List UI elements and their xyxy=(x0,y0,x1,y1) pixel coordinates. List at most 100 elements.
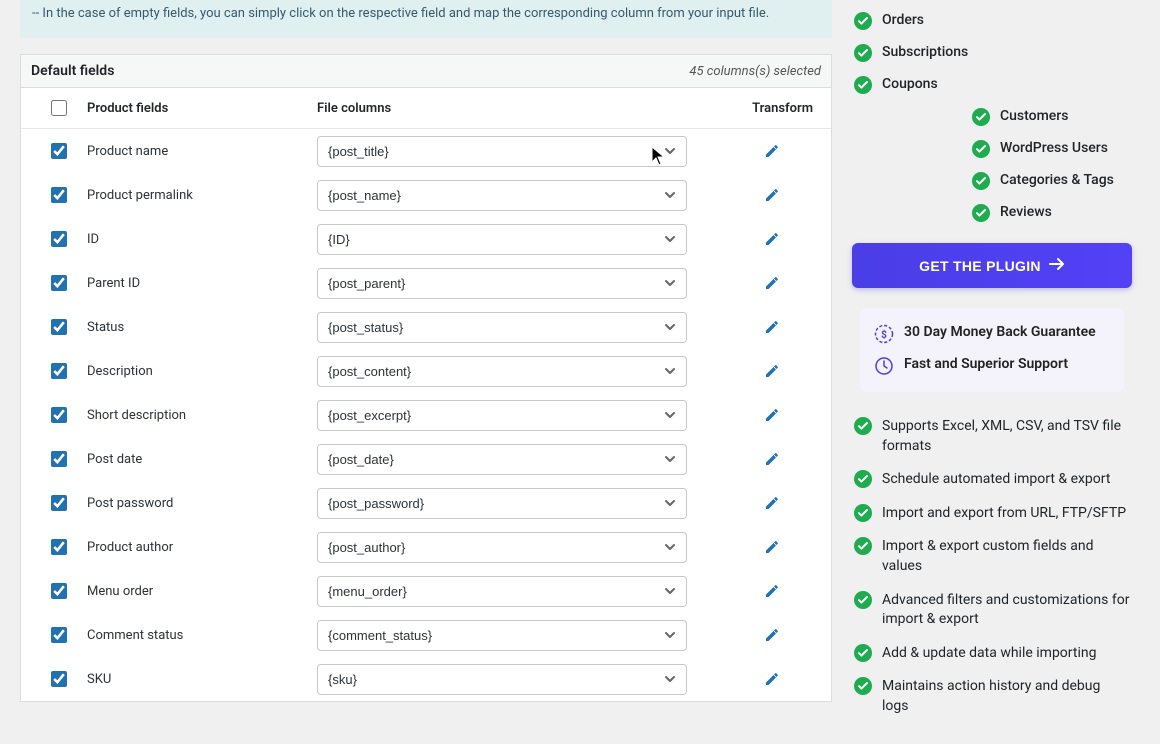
get-plugin-button[interactable]: GET THE PLUGIN xyxy=(852,243,1132,288)
field-row: Short description{post_excerpt} xyxy=(21,393,831,437)
file-column-select[interactable]: {post_date} xyxy=(317,444,687,475)
row-checkbox[interactable] xyxy=(51,671,67,687)
pencil-icon xyxy=(764,627,780,643)
transform-edit-button[interactable] xyxy=(760,139,784,163)
feature-item: Supports Excel, XML, CSV, and TSV file f… xyxy=(852,410,1132,463)
table-header-row: Product fields File columns Transform xyxy=(21,88,831,129)
guarantee-line1: 30 Day Money Back Guarantee xyxy=(904,324,1096,340)
pencil-icon xyxy=(764,275,780,291)
file-column-select[interactable]: {post_title} xyxy=(317,136,687,167)
selected-count: 45 columns(s) selected xyxy=(689,64,821,79)
row-checkbox[interactable] xyxy=(51,275,67,291)
field-row: Status{post_status} xyxy=(21,305,831,349)
field-row: Menu order{menu_order} xyxy=(21,569,831,613)
sidebar-item: Reviews xyxy=(852,197,1132,229)
check-icon xyxy=(854,591,872,609)
field-label: Menu order xyxy=(87,584,317,599)
pencil-icon xyxy=(764,187,780,203)
row-checkbox[interactable] xyxy=(51,143,67,159)
transform-edit-button[interactable] xyxy=(760,491,784,515)
guarantee-box: $ 30 Day Money Back Guarantee Fast and S… xyxy=(860,308,1124,392)
file-column-select[interactable]: {comment_status} xyxy=(317,620,687,651)
pencil-icon xyxy=(764,583,780,599)
header-product-fields: Product fields xyxy=(87,101,317,116)
cta-label: GET THE PLUGIN xyxy=(919,258,1041,274)
transform-edit-button[interactable] xyxy=(760,227,784,251)
file-column-select[interactable]: {ID} xyxy=(317,224,687,255)
field-label: ID xyxy=(87,232,317,247)
header-transform: Transform xyxy=(731,101,821,116)
pencil-icon xyxy=(764,363,780,379)
sidebar-item: Customers xyxy=(852,101,1132,133)
row-checkbox[interactable] xyxy=(51,583,67,599)
file-column-select[interactable]: {sku} xyxy=(317,664,687,695)
feature-item: Add & update data while importing xyxy=(852,637,1132,671)
arrow-right-icon xyxy=(1049,257,1065,274)
file-column-select[interactable]: {post_author} xyxy=(317,532,687,563)
file-column-select[interactable]: {post_name} xyxy=(317,180,687,211)
row-checkbox[interactable] xyxy=(51,495,67,511)
row-checkbox[interactable] xyxy=(51,627,67,643)
transform-edit-button[interactable] xyxy=(760,183,784,207)
field-label: Short description xyxy=(87,408,317,423)
sidebar-item: Categories & Tags xyxy=(852,165,1132,197)
transform-edit-button[interactable] xyxy=(760,359,784,383)
field-label: Status xyxy=(87,320,317,335)
row-checkbox[interactable] xyxy=(51,451,67,467)
field-row: ID{ID} xyxy=(21,217,831,261)
file-column-select[interactable]: {post_excerpt} xyxy=(317,400,687,431)
pencil-icon xyxy=(764,539,780,555)
check-icon xyxy=(854,644,872,662)
field-label: Description xyxy=(87,364,317,379)
transform-edit-button[interactable] xyxy=(760,447,784,471)
header-file-columns: File columns xyxy=(317,101,731,116)
field-row: Comment status{comment_status} xyxy=(21,613,831,657)
transform-edit-button[interactable] xyxy=(760,271,784,295)
feature-label: Maintains action history and debug logs xyxy=(882,677,1130,716)
sidebar-item-label: Coupons xyxy=(882,76,938,92)
field-row: Parent ID{post_parent} xyxy=(21,261,831,305)
field-label: Post date xyxy=(87,452,317,467)
file-column-select[interactable]: {post_password} xyxy=(317,488,687,519)
file-column-select[interactable]: {post_status} xyxy=(317,312,687,343)
transform-edit-button[interactable] xyxy=(760,579,784,603)
check-icon xyxy=(854,417,872,435)
transform-edit-button[interactable] xyxy=(760,667,784,691)
check-icon xyxy=(972,172,990,190)
row-checkbox[interactable] xyxy=(51,539,67,555)
feature-label: Advanced filters and customizations for … xyxy=(882,591,1130,630)
field-row: Product permalink{post_name} xyxy=(21,173,831,217)
support-icon xyxy=(874,356,894,376)
check-icon xyxy=(972,204,990,222)
sidebar-item: WordPress Users xyxy=(852,133,1132,165)
field-label: Product author xyxy=(87,540,317,555)
field-row: Post password{post_password} xyxy=(21,481,831,525)
row-checkbox[interactable] xyxy=(51,319,67,335)
file-column-select[interactable]: {menu_order} xyxy=(317,576,687,607)
check-icon xyxy=(854,677,872,695)
field-row: Product name{post_title} xyxy=(21,129,831,173)
svg-text:$: $ xyxy=(881,328,887,341)
transform-edit-button[interactable] xyxy=(760,535,784,559)
transform-edit-button[interactable] xyxy=(760,623,784,647)
feature-label: Import and export from URL, FTP/SFTP xyxy=(882,504,1126,524)
transform-edit-button[interactable] xyxy=(760,403,784,427)
check-icon xyxy=(854,470,872,488)
sidebar-item: Coupons xyxy=(852,69,1132,101)
transform-edit-button[interactable] xyxy=(760,315,784,339)
check-icon xyxy=(854,76,872,94)
row-checkbox[interactable] xyxy=(51,363,67,379)
pencil-icon xyxy=(764,231,780,247)
check-icon xyxy=(854,537,872,555)
feature-item: Advanced filters and customizations for … xyxy=(852,584,1132,637)
file-column-select[interactable]: {post_content} xyxy=(317,356,687,387)
row-checkbox[interactable] xyxy=(51,231,67,247)
field-row: SKU{sku} xyxy=(21,657,831,701)
file-column-select[interactable]: {post_parent} xyxy=(317,268,687,299)
select-all-checkbox[interactable] xyxy=(51,100,67,116)
row-checkbox[interactable] xyxy=(51,407,67,423)
sidebar-item-label: WordPress Users xyxy=(1000,140,1108,156)
pencil-icon xyxy=(764,495,780,511)
row-checkbox[interactable] xyxy=(51,187,67,203)
guarantee-money-back: $ 30 Day Money Back Guarantee xyxy=(874,318,1110,350)
